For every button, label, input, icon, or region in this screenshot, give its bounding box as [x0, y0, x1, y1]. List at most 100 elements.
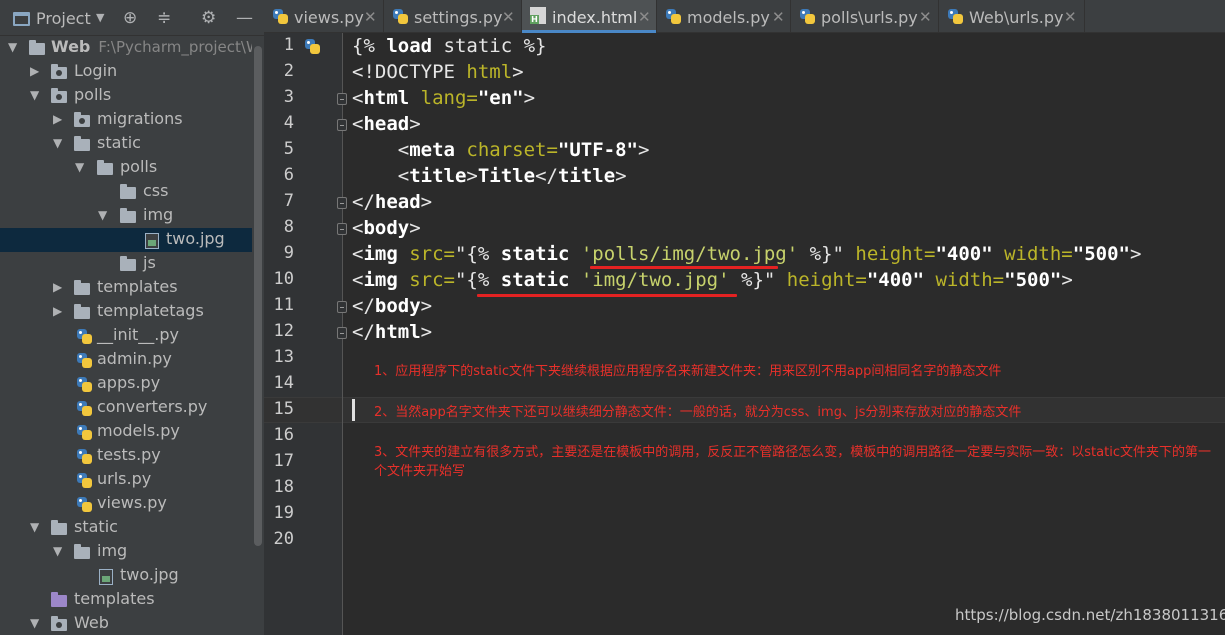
code-token: height=	[843, 243, 936, 265]
close-icon[interactable]: ✕	[1064, 8, 1077, 26]
code-token: {%	[352, 35, 387, 57]
tree-item-models-py[interactable]: models.py	[0, 420, 252, 444]
collapsed-arrow-icon[interactable]: ▶	[53, 280, 65, 294]
tree-item-css[interactable]: css	[0, 180, 252, 204]
fold-marker-icon[interactable]	[337, 197, 347, 209]
close-icon[interactable]: ✕	[638, 8, 651, 26]
collapse-all-icon[interactable]: ≑	[157, 8, 171, 28]
code-line-5[interactable]: <meta charset="UTF-8">	[352, 137, 650, 163]
close-icon[interactable]: ✕	[919, 8, 932, 26]
folder-icon	[74, 304, 90, 319]
collapsed-arrow-icon[interactable]: ▶	[30, 64, 42, 78]
code-token: %}"	[729, 269, 776, 291]
tab-index-html[interactable]: index.html ✕	[522, 0, 657, 33]
expand-arrow-icon[interactable]: ▼	[75, 160, 87, 174]
scrollbar-thumb[interactable]	[254, 46, 262, 546]
tree-item-label: urls.py	[97, 469, 152, 488]
tree-item-label: static	[74, 517, 118, 536]
line-number: 13	[273, 347, 294, 367]
tree-item-js[interactable]: js	[0, 252, 252, 276]
code-line-7[interactable]: </head>	[352, 189, 432, 215]
tree-item-templates[interactable]: ▶ templates	[0, 276, 252, 300]
code-line-12[interactable]: </html>	[352, 319, 432, 345]
collapsed-arrow-icon[interactable]: ▶	[53, 304, 65, 318]
project-panel-header: Project ▼ ⊕ ≑ ⚙ —	[0, 0, 264, 36]
expand-arrow-icon[interactable]: ▼	[53, 136, 65, 150]
tree-item-tests-py[interactable]: tests.py	[0, 444, 252, 468]
code-line-3[interactable]: <html lang="en">	[352, 85, 535, 111]
tab-label: views.py	[294, 8, 364, 27]
tab-models-py[interactable]: models.py ✕	[657, 0, 791, 33]
code-line-1[interactable]: {% load static %}	[352, 33, 546, 59]
tree-item-root-two-jpg[interactable]: two.jpg	[0, 564, 252, 588]
django-template-language-icon[interactable]	[304, 38, 321, 55]
code-token: "500"	[1004, 269, 1062, 291]
fold-marker-icon[interactable]	[337, 327, 347, 339]
tree-item-label: converters.py	[97, 397, 208, 416]
tree-item-label: templates	[74, 589, 155, 608]
code-token: "400"	[866, 269, 925, 291]
project-tree-scrollbar[interactable]	[252, 36, 264, 635]
tree-item-web-root[interactable]: ▼ Web F:\Pycharm_project\We	[0, 36, 252, 60]
tree-item-login[interactable]: ▶ Login	[0, 60, 252, 84]
text-cursor	[352, 399, 355, 421]
collapsed-arrow-icon[interactable]: ▶	[53, 112, 65, 126]
fold-marker-icon[interactable]	[337, 119, 347, 131]
code-line-4[interactable]: <head>	[352, 111, 421, 137]
tree-item-admin-py[interactable]: admin.py	[0, 348, 252, 372]
chevron-down-icon[interactable]: ▼	[96, 11, 104, 24]
tree-item-polls[interactable]: ▼ polls	[0, 84, 252, 108]
annotation-note-1: 1、应用程序下的static文件下夹继续根据应用程序名来新建文件夹：用来区别不用…	[374, 364, 1002, 379]
tree-item-static-polls[interactable]: ▼ polls	[0, 156, 252, 180]
expand-arrow-icon[interactable]: ▼	[8, 40, 20, 54]
gear-icon[interactable]: ⚙	[201, 8, 216, 28]
tab-settings-py[interactable]: settings.py ✕	[384, 0, 522, 33]
tree-item-views-py[interactable]: views.py	[0, 492, 252, 516]
close-icon[interactable]: ✕	[502, 8, 515, 26]
code-line-8[interactable]: <body>	[352, 215, 421, 241]
tree-item-apps-py[interactable]: apps.py	[0, 372, 252, 396]
tree-item-migrations[interactable]: ▶ migrations	[0, 108, 252, 132]
minimize-icon[interactable]: —	[236, 8, 253, 28]
tree-item-urls-py[interactable]: urls.py	[0, 468, 252, 492]
tree-item-static[interactable]: ▼ static	[0, 132, 252, 156]
python-file-icon	[799, 8, 816, 25]
tree-item-templatetags[interactable]: ▶ templatetags	[0, 300, 252, 324]
expand-arrow-icon[interactable]: ▼	[30, 616, 42, 630]
code-token: >	[1061, 269, 1073, 291]
tree-item-label: __init__.py	[97, 325, 180, 344]
fold-marker-icon[interactable]	[337, 93, 347, 105]
tree-item-init-py[interactable]: __init__.py	[0, 324, 252, 348]
tab-polls-urls-py[interactable]: polls\urls.py ✕	[791, 0, 939, 33]
code-line-10[interactable]: <img src="{% static 'img/two.jpg' %}" he…	[352, 267, 1073, 293]
tree-item-root-static-img[interactable]: ▼ img	[0, 540, 252, 564]
code-token: >	[523, 87, 536, 109]
code-line-11[interactable]: </body>	[352, 293, 432, 319]
code-line-9[interactable]: <img src="{% static 'polls/img/two.jpg' …	[352, 241, 1141, 267]
code-line-6[interactable]: <title>Title</title>	[352, 163, 627, 189]
fold-marker-icon[interactable]	[337, 301, 347, 313]
expand-arrow-icon[interactable]: ▼	[30, 520, 42, 534]
tree-item-two-jpg-selected[interactable]: two.jpg	[0, 228, 252, 252]
tab-web-urls-py[interactable]: Web\urls.py ✕	[939, 0, 1085, 33]
tree-item-img[interactable]: ▼ img	[0, 204, 252, 228]
close-icon[interactable]: ✕	[364, 8, 377, 26]
close-icon[interactable]: ✕	[772, 8, 785, 26]
project-view-selector[interactable]: Project	[36, 9, 91, 28]
tree-item-root-templates[interactable]: templates	[0, 588, 252, 612]
tree-item-converters-py[interactable]: converters.py	[0, 396, 252, 420]
line-number: 8	[283, 217, 294, 237]
tree-item-root-static[interactable]: ▼ static	[0, 516, 252, 540]
expand-arrow-icon[interactable]: ▼	[53, 544, 65, 558]
fold-marker-icon[interactable]	[337, 223, 347, 235]
tree-item-web-package[interactable]: ▼ Web	[0, 612, 252, 635]
expand-arrow-icon[interactable]: ▼	[98, 208, 110, 222]
crosshair-icon[interactable]: ⊕	[123, 8, 137, 28]
tree-item-label: admin.py	[97, 349, 172, 368]
code-token: title	[409, 165, 467, 187]
expand-arrow-icon[interactable]: ▼	[30, 88, 42, 102]
tab-views-py[interactable]: views.py ✕	[264, 0, 384, 33]
code-line-2[interactable]: <!DOCTYPE html>	[352, 59, 524, 85]
tree-item-label: static	[97, 133, 141, 152]
